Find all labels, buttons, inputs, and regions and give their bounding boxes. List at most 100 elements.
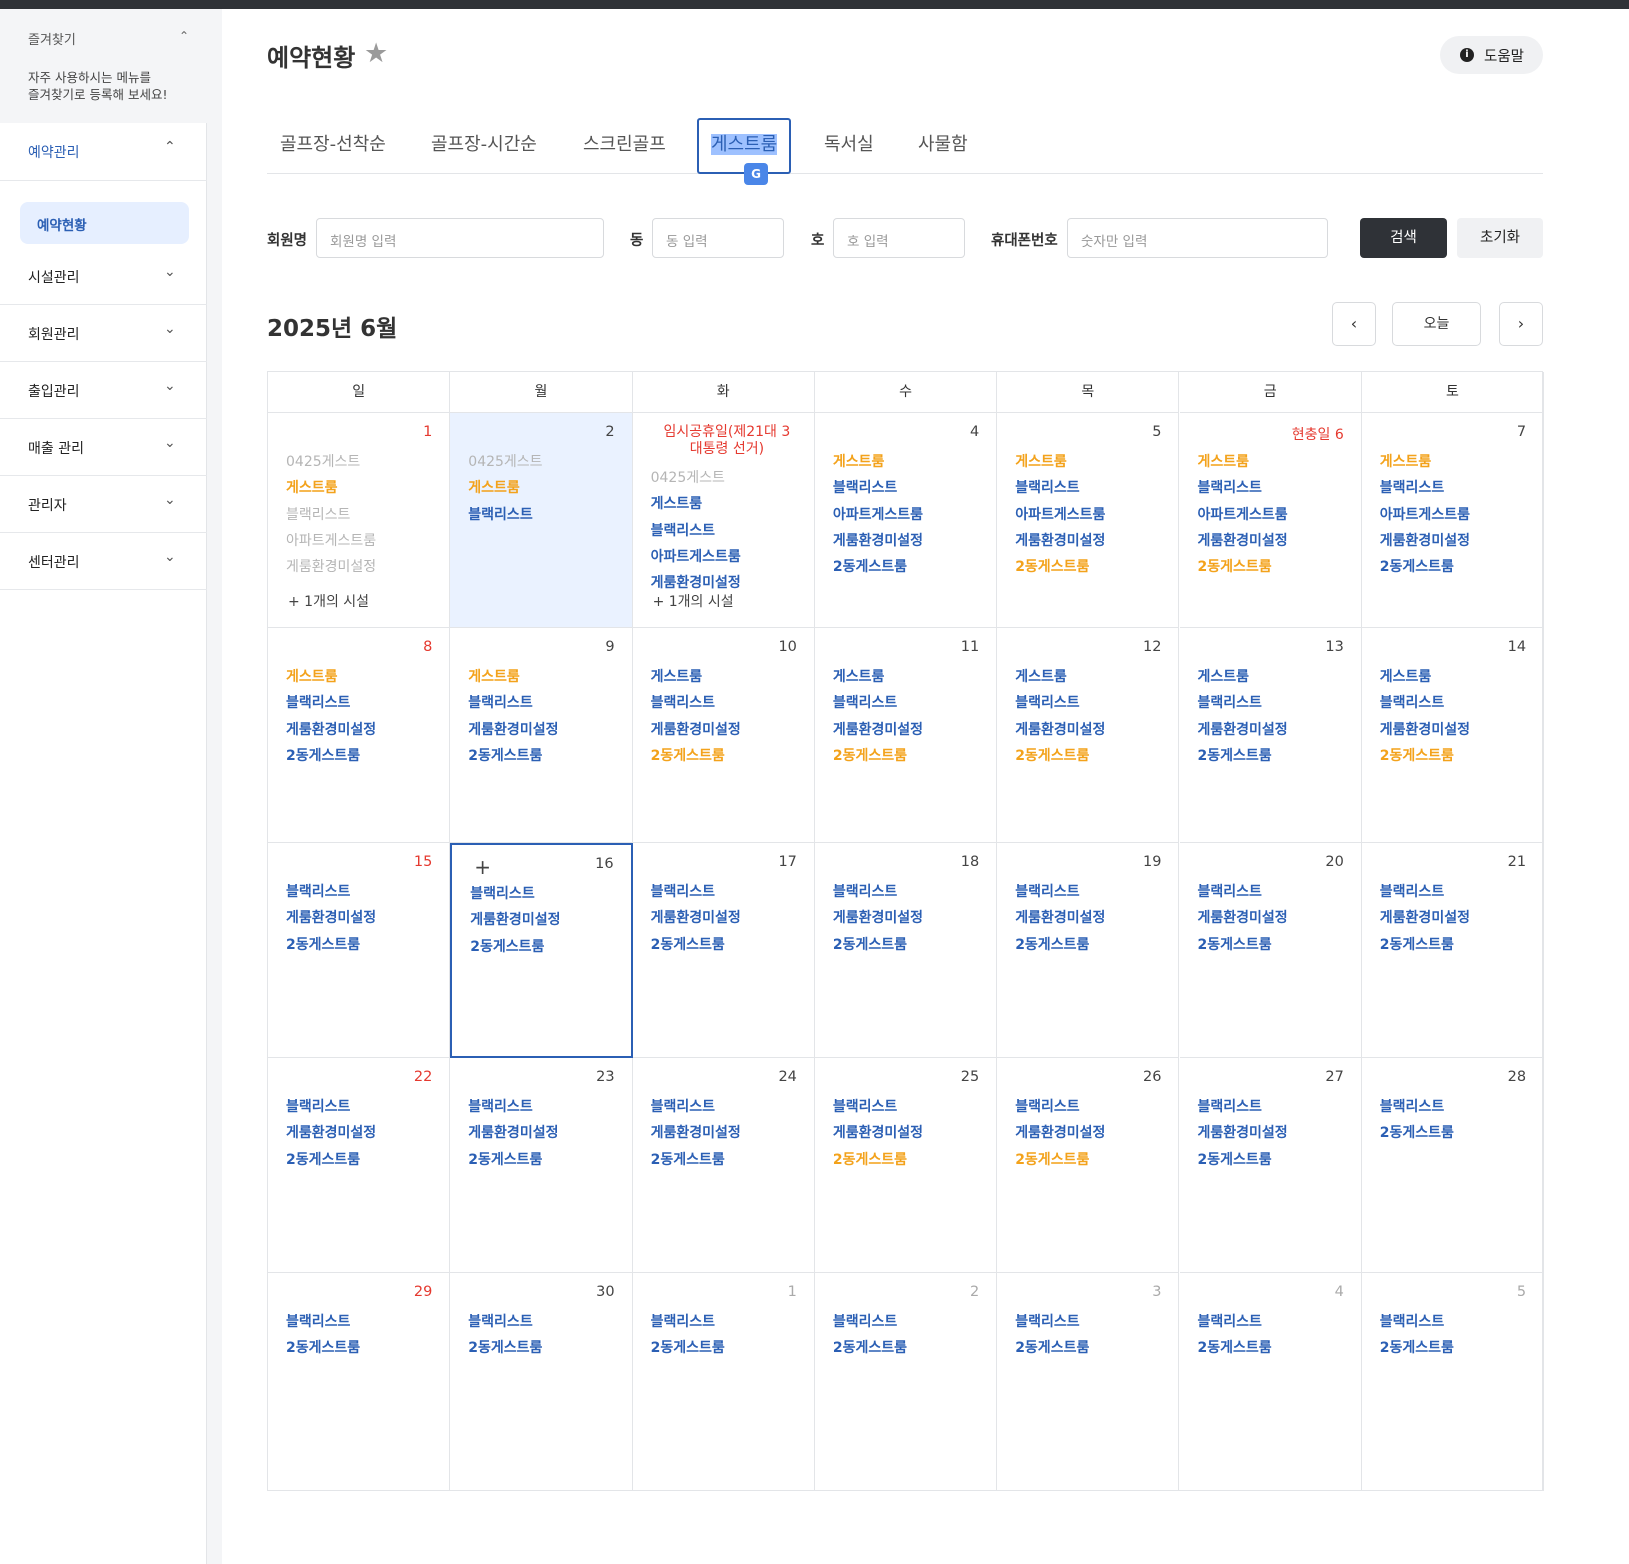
calendar-day-cell[interactable]: 9 게스트룸 블랙리스트 게룸환경미설정 2동게스트룸 [450, 628, 633, 843]
sidebar-item-access[interactable]: 출입관리 ⌄ [0, 362, 207, 419]
reservation-event[interactable]: 게룸환경미설정 [1015, 905, 1105, 931]
reservation-event[interactable]: 0425게스트 [651, 465, 741, 491]
reservation-event[interactable]: 2동게스트룸 [1015, 1335, 1089, 1361]
calendar-day-cell[interactable]: 22 블랙리스트 게룸환경미설정 2동게스트룸 [268, 1058, 451, 1273]
reservation-event[interactable]: 블랙리스트 [468, 690, 558, 716]
reservation-event[interactable]: 아파트게스트룸 [833, 502, 923, 528]
reservation-event[interactable]: 블랙리스트 [833, 475, 923, 501]
calendar-day-cell[interactable]: 현충일 6 게스트룸 블랙리스트 아파트게스트룸 게룸환경미설정 2동게스트룸 [1179, 413, 1362, 628]
reservation-event[interactable]: 블랙리스트 [1380, 1309, 1454, 1335]
more-facilities-link[interactable]: + 1개의 시설 [653, 591, 734, 611]
calendar-day-cell[interactable]: 28 블랙리스트 2동게스트룸 [1361, 1058, 1545, 1273]
calendar-day-cell[interactable]: 4 블랙리스트 2동게스트룸 [1179, 1273, 1362, 1491]
reservation-event[interactable]: 게스트룸 [468, 475, 542, 501]
reservation-event[interactable]: 블랙리스트 [1380, 475, 1470, 501]
reservation-event[interactable]: 아파트게스트룸 [651, 544, 741, 570]
calendar-day-cell[interactable]: 18 블랙리스트 게룸환경미설정 2동게스트룸 [814, 843, 998, 1058]
calendar-day-cell[interactable]: 4 게스트룸 블랙리스트 아파트게스트룸 게룸환경미설정 2동게스트룸 [814, 413, 998, 628]
calendar-day-cell[interactable]: 2 블랙리스트 2동게스트룸 [814, 1273, 998, 1491]
reservation-event[interactable]: 블랙리스트 [286, 879, 376, 905]
reservation-event[interactable]: 2동게스트룸 [651, 743, 741, 769]
calendar-day-cell[interactable]: 1 블랙리스트 2동게스트룸 [632, 1273, 815, 1491]
reservation-event[interactable]: 2동게스트룸 [1380, 932, 1470, 958]
reservation-event[interactable]: 블랙리스트 [468, 1094, 558, 1120]
calendar-day-cell[interactable]: 27 블랙리스트 게룸환경미설정 2동게스트룸 [1179, 1058, 1362, 1273]
reservation-event[interactable]: 게룸환경미설정 [1198, 528, 1288, 554]
calendar-day-cell[interactable]: 21 블랙리스트 게룸환경미설정 2동게스트룸 [1361, 843, 1545, 1058]
reservation-event[interactable]: 게룸환경미설정 [470, 907, 560, 933]
reservation-event[interactable]: 블랙리스트 [468, 502, 542, 528]
reservation-event[interactable]: 블랙리스트 [1198, 1309, 1272, 1335]
calendar-day-cell[interactable]: 11 게스트룸 블랙리스트 게룸환경미설정 2동게스트룸 [814, 628, 998, 843]
ho-input[interactable]: 호 입력 [833, 218, 965, 258]
sidebar-item-admin[interactable]: 관리자 ⌄ [0, 476, 207, 533]
reservation-event[interactable]: 게스트룸 [1198, 664, 1288, 690]
reservation-event[interactable]: 블랙리스트 [651, 879, 741, 905]
calendar-day-cell[interactable]: 24 블랙리스트 게룸환경미설정 2동게스트룸 [632, 1058, 815, 1273]
reservation-event[interactable]: 블랙리스트 [286, 502, 376, 528]
reservation-event[interactable]: 게룸환경미설정 [1198, 1120, 1288, 1146]
reservation-event[interactable]: 블랙리스트 [470, 881, 560, 907]
reservation-event[interactable]: 블랙리스트 [1198, 1094, 1288, 1120]
reservation-event[interactable]: 아파트게스트룸 [1380, 502, 1470, 528]
reservation-event[interactable]: 게룸환경미설정 [1015, 1120, 1105, 1146]
calendar-day-cell[interactable]: 29 블랙리스트 2동게스트룸 [268, 1273, 451, 1491]
sidebar-item-center[interactable]: 센터관리 ⌄ [0, 533, 207, 590]
reservation-event[interactable]: 블랙리스트 [833, 1094, 923, 1120]
reservation-event[interactable]: 게룸환경미설정 [651, 905, 741, 931]
reservation-event[interactable]: 블랙리스트 [1015, 1309, 1089, 1335]
reservation-event[interactable]: 게룸환경미설정 [286, 905, 376, 931]
next-month-button[interactable]: › [1499, 302, 1543, 346]
calendar-day-cell[interactable]: 26 블랙리스트 게룸환경미설정 2동게스트룸 [997, 1058, 1180, 1273]
reservation-event[interactable]: 게룸환경미설정 [651, 1120, 741, 1146]
reservation-event[interactable]: 2동게스트룸 [1198, 932, 1288, 958]
reservation-event[interactable]: 게룸환경미설정 [833, 717, 923, 743]
reset-button[interactable]: 초기화 [1457, 218, 1543, 258]
reservation-event[interactable]: 2동게스트룸 [1015, 932, 1105, 958]
today-button[interactable]: 오늘 [1392, 302, 1481, 346]
reservation-event[interactable]: 2동게스트룸 [1198, 1147, 1288, 1173]
reservation-event[interactable]: 2동게스트룸 [651, 932, 741, 958]
reservation-event[interactable]: 아파트게스트룸 [1198, 502, 1288, 528]
reservation-event[interactable]: 게룸환경미설정 [1198, 905, 1288, 931]
reservation-event[interactable]: 2동게스트룸 [1198, 1335, 1272, 1361]
reservation-event[interactable]: 게스트룸 [651, 491, 741, 517]
reservation-event[interactable]: 블랙리스트 [286, 1094, 376, 1120]
reservation-event[interactable]: 2동게스트룸 [286, 932, 376, 958]
reservation-event[interactable]: 블랙리스트 [1380, 690, 1470, 716]
reservation-event[interactable]: 2동게스트룸 [1380, 743, 1470, 769]
calendar-day-cell[interactable]: 23 블랙리스트 게룸환경미설정 2동게스트룸 [450, 1058, 633, 1273]
calendar-day-cell[interactable]: 16 + 블랙리스트 게룸환경미설정 2동게스트룸 [450, 843, 633, 1058]
reservation-event[interactable]: 블랙리스트 [286, 690, 376, 716]
reservation-event[interactable]: 블랙리스트 [1015, 475, 1105, 501]
reservation-event[interactable]: 2동게스트룸 [833, 1335, 907, 1361]
calendar-day-cell[interactable]: 임시공휴일(제21대 3 대통령 선거) 0425게스트 게스트룸 블랙리스트 아파트게… [632, 413, 815, 628]
reservation-event[interactable]: 블랙리스트 [651, 1094, 741, 1120]
reservation-event[interactable]: 블랙리스트 [1198, 879, 1288, 905]
reservation-event[interactable]: 게룸환경미설정 [833, 905, 923, 931]
reservation-event[interactable]: 게스트룸 [651, 664, 741, 690]
calendar-day-cell[interactable]: 19 블랙리스트 게룸환경미설정 2동게스트룸 [997, 843, 1180, 1058]
reservation-event[interactable]: 2동게스트룸 [833, 932, 923, 958]
reservation-event[interactable]: 2동게스트룸 [833, 1147, 923, 1173]
reservation-event[interactable]: 블랙리스트 [651, 690, 741, 716]
reservation-event[interactable]: 2동게스트룸 [651, 1147, 741, 1173]
calendar-day-cell[interactable]: 17 블랙리스트 게룸환경미설정 2동게스트룸 [632, 843, 815, 1058]
reservation-event[interactable]: 아파트게스트룸 [286, 528, 376, 554]
tab-golf-time-order[interactable]: 골프장-시간순 [431, 130, 537, 156]
help-button[interactable]: i 도움말 [1440, 36, 1543, 74]
reservation-event[interactable]: 게스트룸 [286, 475, 376, 501]
calendar-day-cell[interactable]: 2 0425게스트 게스트룸 블랙리스트 [450, 413, 633, 628]
reservation-event[interactable]: 2동게스트룸 [1198, 743, 1288, 769]
calendar-day-cell[interactable]: 14 게스트룸 블랙리스트 게룸환경미설정 2동게스트룸 [1361, 628, 1545, 843]
reservation-event[interactable]: 게룸환경미설정 [1198, 717, 1288, 743]
reservation-event[interactable]: 블랙리스트 [1015, 690, 1105, 716]
reservation-event[interactable]: 2동게스트룸 [286, 1335, 360, 1361]
calendar-day-cell[interactable]: 25 블랙리스트 게룸환경미설정 2동게스트룸 [814, 1058, 998, 1273]
reservation-event[interactable]: 게룸환경미설정 [1380, 528, 1470, 554]
prev-month-button[interactable]: ‹ [1332, 302, 1376, 346]
reservation-event[interactable]: 2동게스트룸 [833, 554, 923, 580]
reservation-event[interactable]: 블랙리스트 [286, 1309, 360, 1335]
translate-icon[interactable]: G [744, 163, 768, 185]
reservation-event[interactable]: 블랙리스트 [651, 518, 741, 544]
